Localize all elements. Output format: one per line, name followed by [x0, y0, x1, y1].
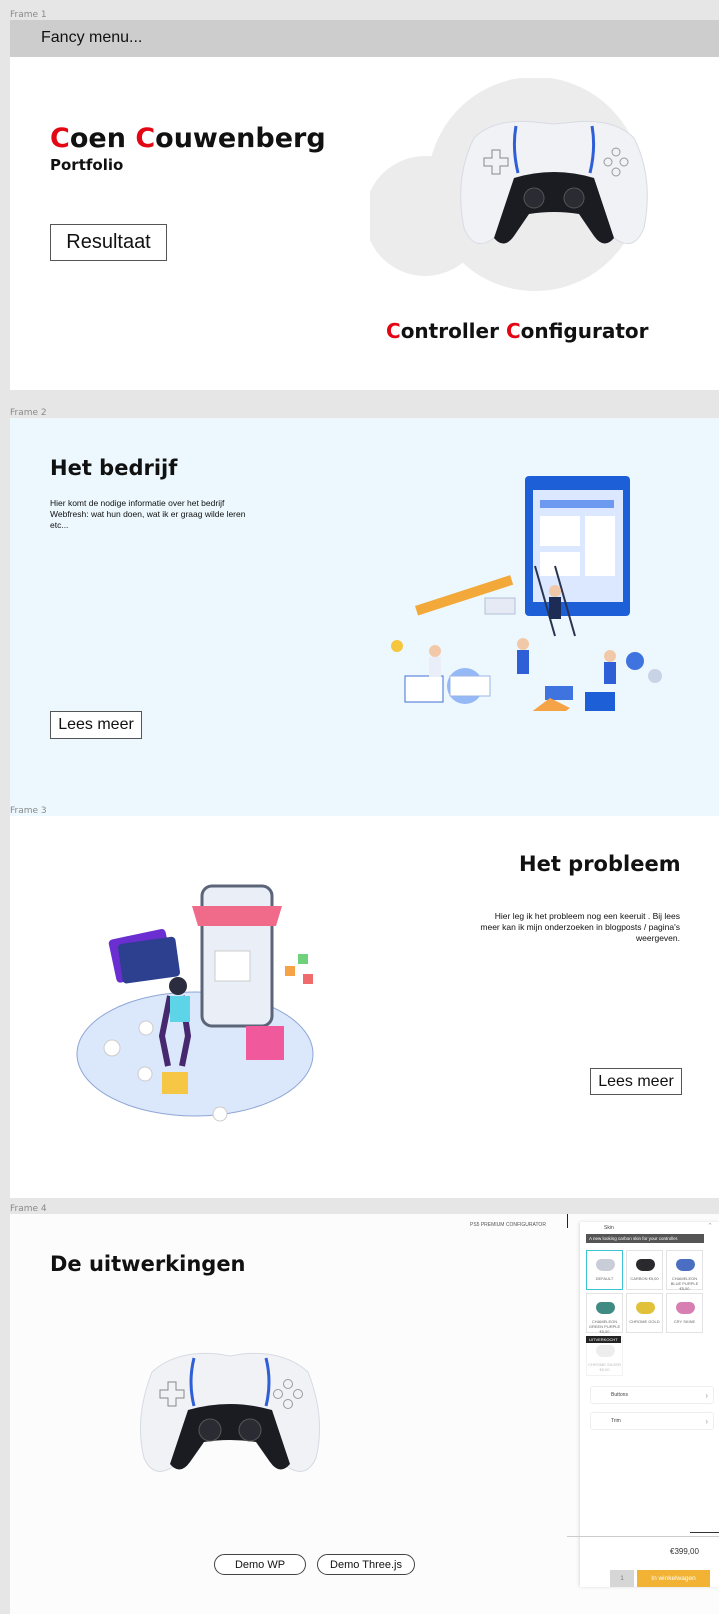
- controller-thumbnail-icon: [596, 1345, 615, 1357]
- skin-tile[interactable]: CARBON €5,00: [626, 1250, 663, 1290]
- add-to-cart-button[interactable]: In winkelwagen: [637, 1570, 710, 1587]
- resultaat-button[interactable]: Resultaat: [50, 224, 167, 261]
- controller-thumbnail-icon: [636, 1259, 655, 1271]
- problem-read-more-button[interactable]: Lees meer: [590, 1068, 682, 1095]
- sold-out-badge: UITVERKOCHT: [586, 1336, 621, 1343]
- controller-thumbnail-icon: [636, 1302, 655, 1314]
- skin-tile[interactable]: CHROME GOLD: [626, 1293, 663, 1333]
- controller-render: [139, 1352, 321, 1472]
- panel-bottom-line: [567, 1536, 719, 1537]
- frame-problem: Het probleem Hier leg ik het probleem no…: [10, 816, 719, 1198]
- controller-illustration: [370, 78, 648, 291]
- frame-label-1: Frame 1: [10, 10, 47, 20]
- frame-label-4: Frame 4: [10, 1204, 47, 1214]
- skin-tile[interactable]: CHAMELEON BLUE PURPLE €5,00: [666, 1250, 703, 1291]
- demo-threejs-button[interactable]: Demo Three.js: [317, 1554, 415, 1575]
- controller-thumbnail-icon: [596, 1259, 615, 1271]
- company-read-more-button[interactable]: Lees meer: [50, 711, 142, 739]
- skin-section-title[interactable]: Skin: [604, 1225, 614, 1231]
- teamwork-illustration: [391, 476, 662, 711]
- frame-label-2: Frame 2: [10, 408, 47, 418]
- divider: [567, 1214, 568, 1228]
- skin-tile-label: CARBON €5,00: [630, 1276, 659, 1281]
- hero-name: Coen Couwenberg: [50, 123, 326, 154]
- chevron-right-icon: ›: [705, 1391, 708, 1400]
- scroll-indicator: [690, 1532, 719, 1533]
- skin-tile-label: CHAMELEON BLUE PURPLE €5,00: [670, 1276, 699, 1291]
- frame-company: Het bedrijf Hier komt de nodige informat…: [10, 418, 719, 818]
- menu-label[interactable]: Fancy menu...: [41, 29, 142, 47]
- skin-tile[interactable]: DEFAULT: [586, 1250, 623, 1290]
- accordion-buttons[interactable]: Buttons ›: [590, 1386, 714, 1404]
- frame-hero: Fancy menu... Coen Couwenberg Portfolio …: [10, 20, 719, 390]
- menu-bar[interactable]: Fancy menu...: [10, 20, 719, 57]
- tooltip: A new looking carbon skin for your contr…: [586, 1234, 704, 1243]
- skin-tile-label: DEFAULT: [595, 1276, 614, 1281]
- results-title: De uitwerkingen: [50, 1252, 246, 1276]
- problem-title: Het probleem: [519, 852, 681, 876]
- quantity-input[interactable]: 1: [610, 1570, 634, 1587]
- price: €399,00: [670, 1547, 699, 1556]
- chevron-right-icon: ›: [705, 1417, 708, 1426]
- ecommerce-illustration: [76, 884, 314, 1122]
- frame-results: De uitwerkingen PS5 PREMIUM CONFIGURATOR…: [10, 1214, 719, 1614]
- company-title: Het bedrijf: [50, 456, 178, 480]
- demo-wp-button[interactable]: Demo WP: [214, 1554, 306, 1575]
- frame-label-3: Frame 3: [10, 806, 47, 816]
- accordion-trim[interactable]: Trim ›: [590, 1412, 714, 1430]
- skin-tile-label: CHROME GOLD: [629, 1319, 660, 1324]
- configurator-brand: PS5 PREMIUM CONFIGURATOR: [470, 1222, 546, 1228]
- controller-thumbnail-icon: [676, 1259, 695, 1271]
- company-text: Hier komt de nodige informatie over het …: [50, 498, 246, 530]
- controller-thumbnail-icon: [596, 1302, 615, 1314]
- chevron-up-icon[interactable]: ⌃: [707, 1222, 713, 1230]
- skin-tile-label: CHAMELEON GREEN PURPLE €5,00: [588, 1319, 621, 1334]
- skin-tile[interactable]: CRY SKINE: [666, 1293, 703, 1333]
- project-title: Controller Configurator: [386, 319, 649, 343]
- skin-tile[interactable]: CHAMELEON GREEN PURPLE €5,00: [586, 1293, 623, 1334]
- problem-text: Hier leg ik het probleem nog een keeruit…: [480, 911, 680, 943]
- skin-tile-label: CHROME SILVER €5,00: [588, 1362, 621, 1372]
- hero-subtitle: Portfolio: [50, 156, 124, 174]
- skin-tile-label: CRY SKINE: [673, 1319, 696, 1324]
- controller-thumbnail-icon: [676, 1302, 695, 1314]
